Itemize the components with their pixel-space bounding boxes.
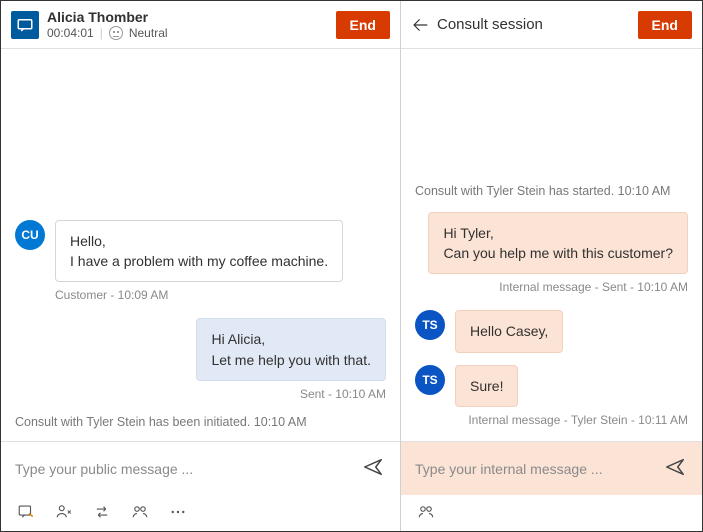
chat-icon (11, 11, 39, 39)
customer-message-bubble: Hello, I have a problem with my coffee m… (55, 220, 343, 283)
internal-input-area (401, 441, 702, 495)
app-root: Alicia Thomber 00:04:01 | Neutral End CU… (0, 0, 703, 532)
quick-reply-icon[interactable] (17, 503, 35, 521)
internal-message-input[interactable] (415, 461, 652, 477)
back-button[interactable] (411, 16, 429, 34)
send-internal-button[interactable] (662, 454, 688, 483)
consult-icon[interactable] (131, 503, 149, 521)
send-public-button[interactable] (360, 454, 386, 483)
left-messages[interactable]: CU Hello, I have a problem with my coffe… (1, 49, 400, 441)
ts-row-1: TS Hello Casey, (415, 310, 688, 352)
right-header: Consult session End (401, 1, 702, 49)
session-timer: 00:04:01 (47, 26, 94, 40)
header-divider: | (100, 26, 103, 40)
public-message-input[interactable] (15, 461, 350, 477)
send-icon (664, 456, 686, 478)
agent-reply-bubble: Hi Alicia, Let me help you with that. (196, 318, 386, 381)
ts-meta: Internal message - Tyler Stein - 10:11 A… (415, 413, 688, 427)
agent-reply-row: Hi Alicia, Let me help you with that. (15, 318, 386, 381)
header-title-block: Alicia Thomber 00:04:01 | Neutral (47, 9, 168, 40)
internal-out-meta: Internal message - Sent - 10:10 AM (415, 280, 688, 294)
consult-started-message: Consult with Tyler Stein has started. 10… (415, 184, 688, 198)
public-input-area (1, 441, 400, 495)
consult-people-icon[interactable] (417, 503, 435, 521)
internal-out-row: Hi Tyler, Can you help me with this cust… (415, 212, 688, 275)
ts-row-2: TS Sure! (415, 365, 688, 407)
right-messages[interactable]: Consult with Tyler Stein has started. 10… (401, 49, 702, 441)
messages-top-spacer-right (415, 70, 688, 180)
customer-avatar: CU (15, 220, 45, 250)
left-header: Alicia Thomber 00:04:01 | Neutral End (1, 1, 400, 49)
more-icon[interactable] (169, 503, 187, 521)
messages-top-spacer (15, 74, 386, 214)
consult-pane: Consult session End Consult with Tyler S… (401, 1, 702, 531)
ts-bubble-2: Sure! (455, 365, 518, 407)
ts-bubble-1: Hello Casey, (455, 310, 563, 352)
internal-out-bubble: Hi Tyler, Can you help me with this cust… (428, 212, 688, 275)
left-toolbar (1, 495, 400, 531)
consult-title: Consult session (437, 16, 543, 33)
send-icon (362, 456, 384, 478)
sentiment-neutral-icon (109, 26, 123, 40)
customer-message-row: CU Hello, I have a problem with my coffe… (15, 220, 386, 283)
agent-reply-meta: Sent - 10:10 AM (15, 387, 386, 401)
end-consult-button[interactable]: End (638, 11, 692, 39)
header-sub-row: 00:04:01 | Neutral (47, 26, 168, 40)
customer-name: Alicia Thomber (47, 9, 168, 26)
consult-avatar-1: TS (415, 310, 445, 340)
right-toolbar (401, 495, 702, 531)
transfer-icon[interactable] (93, 503, 111, 521)
consult-initiated-message: Consult with Tyler Stein has been initia… (15, 415, 386, 429)
knowledge-icon[interactable] (55, 503, 73, 521)
consult-avatar-2: TS (415, 365, 445, 395)
customer-chat-pane: Alicia Thomber 00:04:01 | Neutral End CU… (1, 1, 401, 531)
arrow-left-icon (411, 16, 429, 34)
end-session-button[interactable]: End (336, 11, 390, 39)
sentiment-label: Neutral (129, 26, 168, 40)
customer-message-meta: Customer - 10:09 AM (55, 288, 386, 302)
